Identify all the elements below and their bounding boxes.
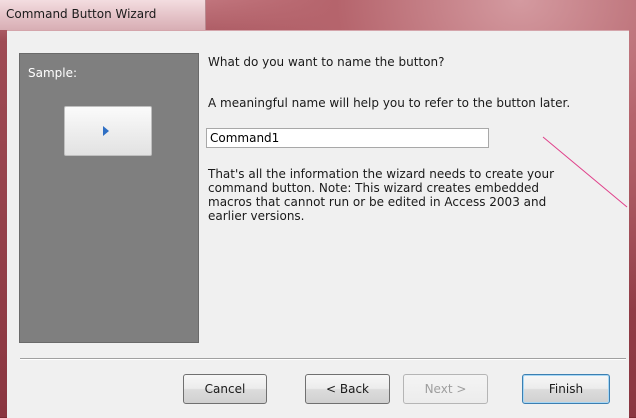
title-bar[interactable]: Command Button Wizard (0, 0, 636, 30)
name-prompt: What do you want to name the button? (208, 55, 445, 69)
next-button[interactable]: Next > (403, 374, 488, 404)
name-hint: A meaningful name will help you to refer… (208, 96, 571, 110)
sample-button-preview (64, 106, 152, 156)
sample-panel: Sample: (19, 53, 199, 343)
sample-label: Sample: (28, 66, 78, 80)
finish-button[interactable]: Finish (522, 374, 610, 404)
wizard-dialog: Sample: What do you want to name the but… (7, 30, 629, 418)
cancel-button[interactable]: Cancel (183, 374, 267, 404)
window-title: Command Button Wizard (6, 7, 157, 21)
play-arrow-icon (103, 126, 109, 136)
info-text: That's all the information the wizard ne… (208, 167, 555, 223)
button-separator (20, 358, 626, 360)
annotation-line (542, 136, 628, 208)
back-button[interactable]: < Back (305, 374, 390, 404)
button-name-input[interactable] (206, 128, 489, 148)
